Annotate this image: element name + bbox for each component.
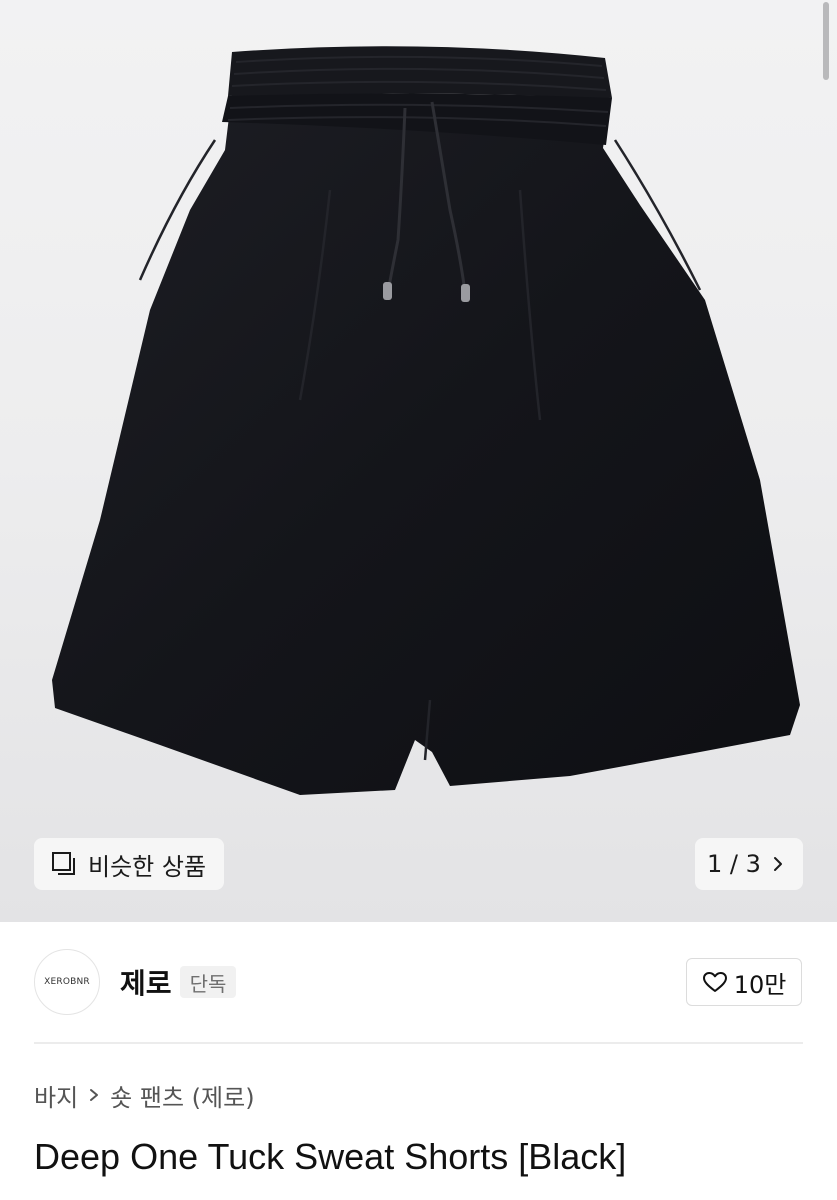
- brand-logo[interactable]: XEROBNR: [34, 949, 100, 1015]
- like-button[interactable]: 10만: [686, 958, 802, 1006]
- divider: [34, 1042, 803, 1044]
- scrollbar[interactable]: [823, 2, 829, 80]
- breadcrumb: 바지 숏 팬츠 (제로): [34, 1078, 255, 1112]
- exclusive-badge: 단독: [180, 966, 236, 998]
- like-count: 10만: [733, 970, 787, 999]
- breadcrumb-subcategory[interactable]: 숏 팬츠 (제로): [110, 1078, 254, 1113]
- similar-items-label: 비슷한 상품: [88, 852, 207, 881]
- similar-items-icon: [52, 852, 75, 875]
- brand-logo-text: XEROBNR: [44, 977, 90, 987]
- product-title: Deep One Tuck Sweat Shorts [Black]: [34, 1136, 627, 1177]
- brand-name[interactable]: 제로: [120, 962, 172, 1002]
- heart-icon: [702, 972, 727, 992]
- chevron-right-icon: [90, 1089, 99, 1101]
- product-image: [52, 46, 800, 795]
- product-image-gallery[interactable]: 비슷한 상품 1 / 3: [0, 0, 837, 922]
- image-pager-button[interactable]: 1 / 3: [695, 838, 803, 890]
- chevron-right-icon: [773, 857, 782, 871]
- breadcrumb-category[interactable]: 바지: [34, 1078, 78, 1113]
- similar-items-button[interactable]: 비슷한 상품: [34, 838, 224, 890]
- image-pager-count: 1 / 3: [707, 850, 761, 878]
